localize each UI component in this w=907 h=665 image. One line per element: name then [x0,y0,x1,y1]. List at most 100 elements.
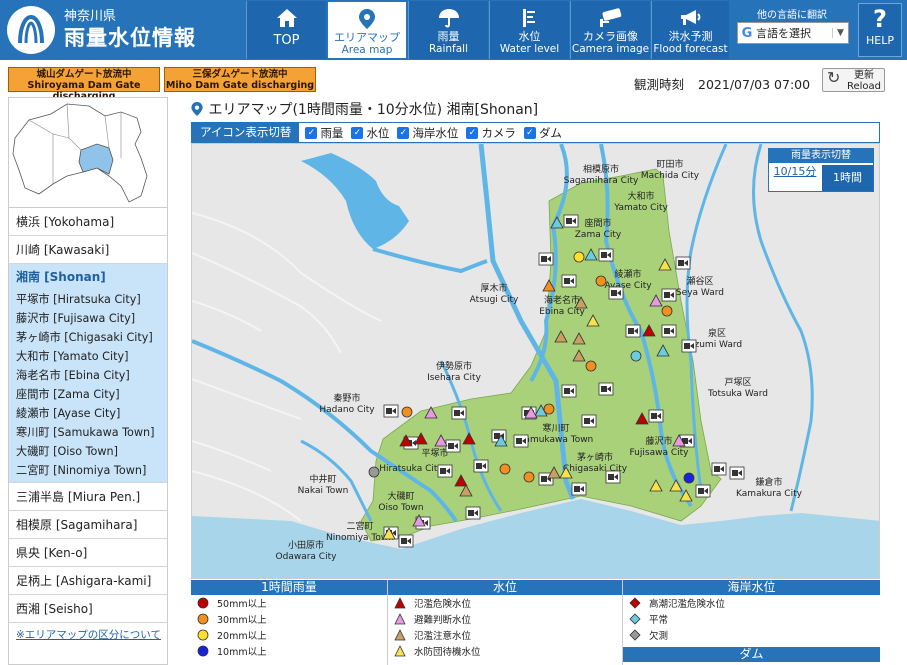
rainfall-marker[interactable] [595,275,607,287]
map-place-label: 平塚市 [421,447,448,459]
camera-marker[interactable] [383,404,399,418]
legend-item: 高潮氾濫危険水位 [623,595,880,611]
reload-button[interactable]: ↻ 更新 Reload [822,68,885,92]
area-map[interactable]: 相模原市 Sagamihara City 町田市 Machida City 大和市 Yam… [191,143,880,579]
camera-marker[interactable] [538,252,554,266]
camera-marker[interactable] [561,274,577,288]
help-button[interactable]: ? HELP [858,3,902,57]
sidebar-city-item[interactable]: 茅ヶ崎市 [Chigasaki City] [9,328,167,347]
sidebar-area-item[interactable]: 横浜 [Yokohama] [9,208,167,236]
camera-marker[interactable] [648,409,664,423]
rain-toggle-1hour[interactable]: 1時間 [822,165,873,191]
rainfall-marker[interactable] [573,251,585,263]
icon-toggle-checkbox[interactable]: ✓ 雨量 [305,125,343,141]
camera-marker[interactable] [437,464,453,478]
rainfall-marker[interactable] [585,360,597,372]
nav-area-map[interactable]: エリアマップ Area map [327,1,407,59]
legend-item: 氾濫注意水位 [388,627,622,643]
camera-marker[interactable] [561,384,577,398]
camera-marker[interactable] [563,214,579,228]
sidebar-city-item[interactable]: 綾瀬市 [Ayase City] [9,404,167,423]
checkbox-checked-icon: ✓ [523,127,536,139]
camera-marker[interactable] [681,339,697,353]
umbrella-icon [438,9,459,28]
camera-marker[interactable] [571,482,587,496]
rain-toggle-10-15min[interactable]: 10/15分 [771,165,819,191]
legend-item: 20mm以上 [191,627,387,643]
camera-marker[interactable] [711,462,727,476]
camera-marker[interactable] [661,288,677,302]
camera-marker[interactable] [451,406,467,420]
rainfall-marker[interactable] [630,350,642,362]
camera-marker[interactable] [729,466,745,480]
rainfall-marker[interactable] [543,403,555,415]
camera-marker[interactable] [465,506,481,520]
header: 神奈川県 雨量水位情報 TOP エリアマップ Area map 雨量 Rainf… [0,0,907,60]
rainfall-marker[interactable] [523,471,535,483]
icon-toggle-checkbox[interactable]: ✓ 水位 [351,125,389,141]
camera-marker[interactable] [598,248,614,262]
reload-icon: ↻ [827,68,841,87]
camera-marker[interactable] [625,324,641,338]
icon-toggle-checkbox[interactable]: ✓ カメラ [466,125,516,141]
sidebar-city-item[interactable]: 二宮町 [Ninomiya Town] [9,461,167,480]
sidebar-city-item[interactable]: 海老名市 [Ebina City] [9,366,167,385]
rainfall-marker[interactable] [499,463,511,475]
water-gauge-icon [522,9,535,27]
alert-shiroyama-dam[interactable]: 城山ダムゲート放流中 Shiroyama Dam Gate dischargin… [8,67,160,102]
site-logo[interactable]: 神奈川県 雨量水位情報 [6,4,236,56]
sidebar-area-item[interactable]: 川崎 [Kawasaki] [9,236,167,264]
observation-value: 2021/07/03 07:00 [698,77,811,92]
icon-toggle-checkbox[interactable]: ✓ 海岸水位 [397,125,458,141]
language-select[interactable]: G 言語を選択 ▼ [737,22,849,44]
camera-marker[interactable] [445,439,461,453]
camera-marker[interactable] [513,434,529,448]
sidebar-area-item[interactable]: 相模原 [Sagamihara] [9,511,167,539]
sidebar-city-item[interactable]: 寒川町 [Samukawa Town] [9,423,167,442]
map-canvas: 相模原市 Sagamihara City町田市 Machida City大和市 Yam… [192,144,879,578]
area-map-note-link[interactable]: ※エリアマップの区分について [9,623,167,647]
sidebar-city-item[interactable]: 大磯町 [Oiso Town] [9,442,167,461]
legend-item: 避難判断水位 [388,611,622,627]
legend-item: 50mm以上 [191,595,387,611]
nav-camera-image[interactable]: カメラ画像 Camera image [570,1,650,59]
camera-marker[interactable] [473,459,489,473]
nav-flood-forecast[interactable]: 洪水予測 Flood forecast [651,1,729,59]
sidebar-area-item[interactable]: 西湘 [Seisho] [9,595,167,623]
location-pin-icon [359,9,375,29]
sidebar-city-item[interactable]: 平塚市 [Hiratsuka City] [9,290,167,309]
legend-item: 水防団待機水位 [388,643,622,659]
question-mark-icon: ? [873,5,887,33]
camera-marker[interactable] [695,484,711,498]
alert-miho-dam[interactable]: 三保ダムゲート放流中 Miho Dam Gate discharging [164,67,316,92]
mini-map-svg [12,103,148,203]
legend-item: 氾濫危険水位 [388,595,622,611]
nav-water-level[interactable]: 水位 Water level [489,1,569,59]
rain-display-toggle: 雨量表示切替 10/15分 1時間 [768,148,874,192]
camera-marker[interactable] [605,470,621,484]
sidebar-city-item[interactable]: 藤沢市 [Fujisawa City] [9,309,167,328]
rainfall-marker[interactable] [683,472,695,484]
sidebar-area-item[interactable]: 足柄上 [Ashigara-kami] [9,567,167,595]
sidebar-area-item[interactable]: 県央 [Ken-o] [9,539,167,567]
nav-top[interactable]: TOP [246,1,326,59]
prefecture-mini-map[interactable] [9,98,167,208]
camera-marker[interactable] [398,534,414,548]
sidebar-area-item[interactable]: 三浦半島 [Miura Pen.] [9,483,167,511]
rainfall-marker[interactable] [368,466,380,478]
legend-item: 欠測 [623,627,880,643]
sidebar-area-shonan[interactable]: 湘南 [Shonan] [9,264,167,290]
camera-marker[interactable] [661,324,677,338]
rainfall-marker[interactable] [401,406,413,418]
camera-marker[interactable] [581,414,597,428]
camera-marker[interactable] [675,256,691,270]
sidebar-city-item[interactable]: 大和市 [Yamato City] [9,347,167,366]
icon-toggle-checkbox[interactable]: ✓ ダム [523,125,562,141]
diamond-symbol-icon [629,597,641,609]
sidebar-city-item[interactable]: 座間市 [Zama City] [9,385,167,404]
nav-rainfall[interactable]: 雨量 Rainfall [408,1,488,59]
icon-toggle-bar: アイコン表示切替 ✓ 雨量 ✓ 水位 ✓ 海岸水位 ✓ カメラ ✓ ダム [191,122,880,143]
rainfall-marker[interactable] [661,305,673,317]
camera-marker[interactable] [598,382,614,396]
camera-marker[interactable] [608,286,624,300]
